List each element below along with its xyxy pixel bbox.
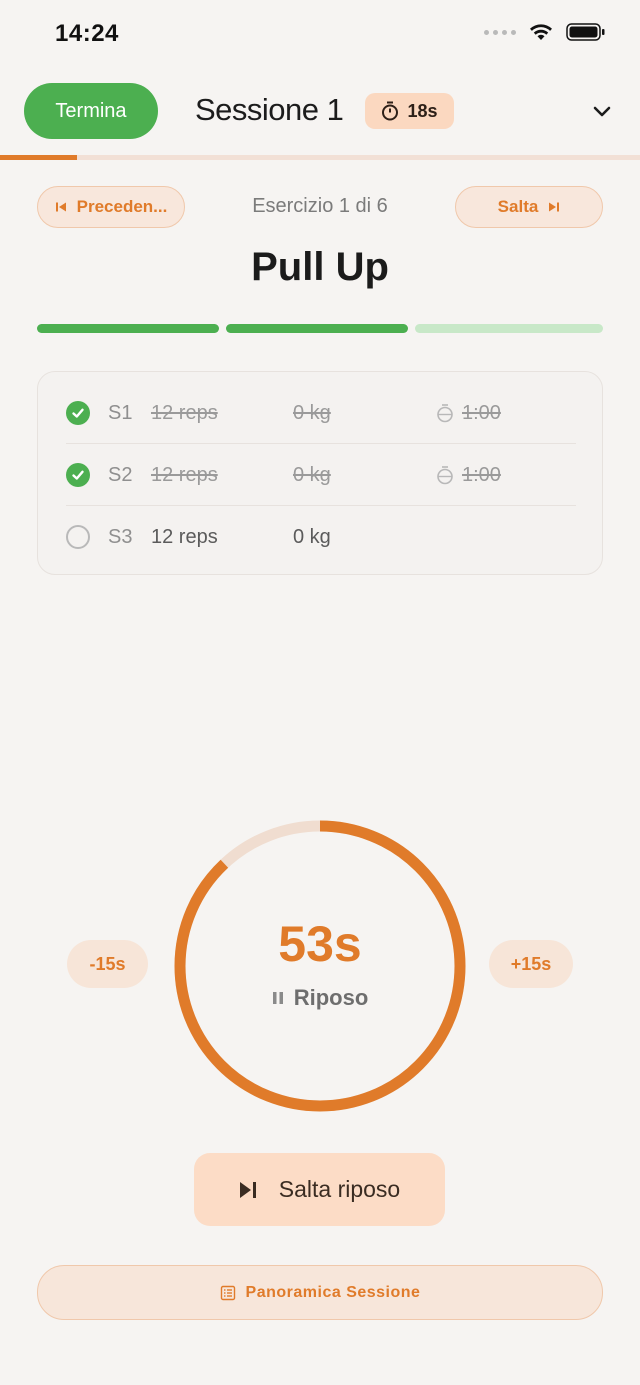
checkmark-icon[interactable] [66, 401, 90, 425]
sets-card: S1 12 reps 0 kg 1:00 S2 12 reps 0 kg 1:0… [37, 371, 603, 575]
set-rest-value: 1:00 [462, 401, 501, 424]
skip-rest-button[interactable]: Salta riposo [194, 1153, 445, 1226]
session-overview-button[interactable]: Panoramica Sessione [37, 1265, 603, 1320]
set-progress-segment-3 [415, 324, 603, 333]
set-row[interactable]: S2 12 reps 0 kg 1:00 [66, 444, 576, 506]
play-skip-icon [239, 1181, 256, 1198]
set-reps: 12 reps [151, 525, 218, 548]
previous-exercise-button[interactable]: Preceden... [37, 186, 185, 228]
set-rest: 1:00 [436, 464, 501, 487]
set-weight: 0 kg [293, 401, 331, 424]
plus-15s-button[interactable]: +15s [489, 940, 573, 988]
set-weight: 0 kg [293, 525, 331, 548]
rest-timer-label: Riposo [293, 985, 369, 1010]
battery-icon [566, 23, 605, 41]
set-rest: 1:00 [436, 402, 501, 425]
skip-forward-icon [549, 202, 560, 212]
stopwatch-icon [437, 466, 453, 485]
previous-exercise-label: Preceden... [76, 197, 168, 216]
skip-back-icon [55, 202, 66, 212]
end-session-button[interactable]: Termina [24, 83, 158, 139]
pause-icon [272, 992, 283, 1004]
session-overview-label: Panoramica Sessione [245, 1283, 421, 1301]
set-label: S2 [108, 463, 133, 486]
skip-exercise-button[interactable]: Salta [455, 186, 603, 228]
signal-icon [484, 29, 516, 35]
set-label: S1 [108, 401, 133, 424]
set-label: S3 [108, 525, 133, 548]
set-weight: 0 kg [293, 463, 331, 486]
checkmark-icon[interactable] [66, 463, 90, 487]
set-rest-value: 1:00 [462, 463, 501, 486]
session-title: Sessione 1 [195, 92, 344, 127]
status-time: 14:24 [55, 20, 119, 47]
session-timer-badge: 18s [365, 93, 454, 129]
set-progress-segment-1 [37, 324, 219, 333]
skip-exercise-label: Salta [497, 197, 539, 216]
exercise-title: Pull Up [251, 245, 389, 289]
set-progress-segment-2 [226, 324, 408, 333]
stopwatch-icon [382, 101, 399, 121]
rest-timer-value: 53s [278, 916, 362, 972]
set-row[interactable]: S1 12 reps 0 kg 1:00 [66, 382, 576, 444]
chevron-down-icon[interactable] [590, 100, 614, 124]
session-progress-bar [0, 155, 640, 160]
skip-rest-label: Salta riposo [278, 1176, 401, 1202]
list-icon [220, 1285, 235, 1300]
minus-15s-button[interactable]: -15s [67, 940, 148, 988]
session-timer-value: 18s [407, 100, 438, 121]
session-progress-fill [0, 155, 77, 160]
exercise-counter: Esercizio 1 di 6 [252, 195, 388, 217]
status-icons [484, 22, 606, 42]
empty-circle-icon[interactable] [66, 525, 90, 549]
set-row[interactable]: S3 12 reps 0 kg [66, 506, 576, 568]
set-reps: 12 reps [151, 401, 218, 424]
wifi-icon [530, 24, 552, 40]
set-reps: 12 reps [151, 463, 218, 486]
stopwatch-icon [437, 404, 453, 423]
rest-timer-label-row: Riposo [170, 985, 470, 1011]
